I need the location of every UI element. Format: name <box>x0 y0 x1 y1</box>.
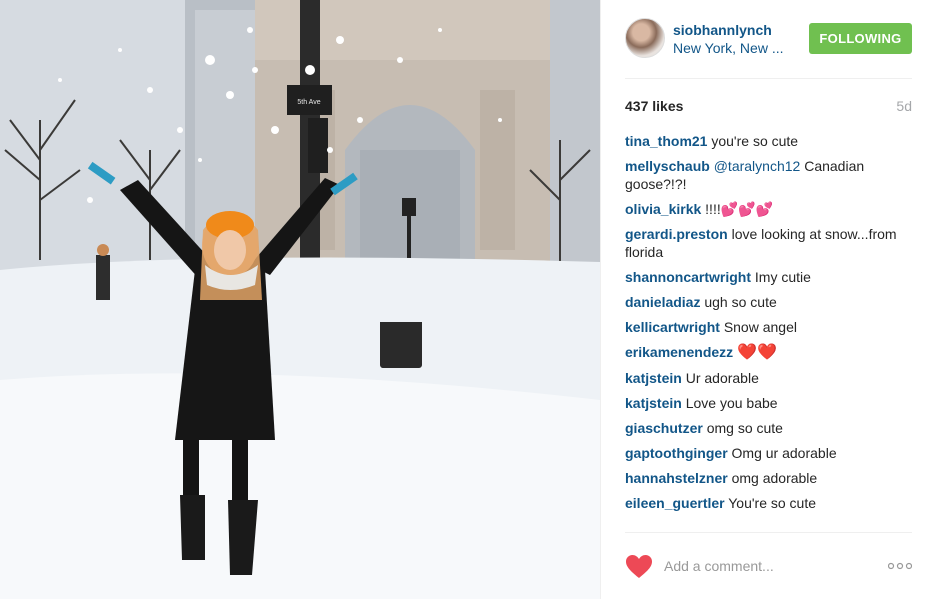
more-options-icon[interactable] <box>888 561 912 571</box>
two-hearts-emoji: 💕💕💕 <box>720 201 774 217</box>
post-view: 5th Ave siobhannlynch New York, New ... … <box>0 0 934 599</box>
comment-username[interactable]: danieladiaz <box>625 294 700 310</box>
comment-text: Love you babe <box>685 395 778 411</box>
comment-item: kellicartwright Snow angel <box>625 318 912 336</box>
comment-item: erikamenendezz ❤️❤️ <box>625 343 912 362</box>
comment-item: eileen_guertler You're so cute <box>625 494 912 512</box>
comment-username[interactable]: mellyschaub <box>625 158 710 174</box>
comment-username[interactable]: gaptoothginger <box>625 445 728 461</box>
post-username[interactable]: siobhannlynch <box>673 22 772 38</box>
comment-item: katjstein Love you babe <box>625 394 912 412</box>
post-footer: Add a comment... <box>625 552 912 582</box>
comment-mention[interactable]: @taralynch12 <box>714 158 801 174</box>
comment-item: mellyschaub @taralynch12 Canadian goose?… <box>625 157 912 193</box>
comment-item: gerardi.preston love looking at snow...f… <box>625 225 912 261</box>
comment-item: katjstein Ur adorable <box>625 369 912 387</box>
post-header: siobhannlynch New York, New ... FOLLOWIN… <box>625 18 912 79</box>
comment-item: olivia_kirkk !!!!💕💕💕 <box>625 200 912 218</box>
comment-text: you're so cute <box>711 133 799 149</box>
comment-username[interactable]: eileen_guertler <box>625 495 725 511</box>
comment-text: You're so cute <box>728 495 817 511</box>
comment-text: Ur adorable <box>685 370 759 386</box>
post-location[interactable]: New York, New ... <box>673 40 784 56</box>
likes-count[interactable]: 437 likes <box>625 98 683 114</box>
comment-username[interactable]: giaschutzer <box>625 420 703 436</box>
comment-username[interactable]: tina_thom21 <box>625 133 707 149</box>
comment-text: Snow angel <box>723 319 797 335</box>
heart-icon[interactable] <box>625 554 653 580</box>
snow-scene-illustration: 5th Ave <box>0 0 600 599</box>
comment-item: danieladiaz ugh so cute <box>625 293 912 311</box>
comment-item: hannahstelzner omg adorable <box>625 469 912 487</box>
post-photo[interactable]: 5th Ave <box>0 0 600 599</box>
avatar[interactable] <box>625 18 665 58</box>
comment-item: giaschutzer omg so cute <box>625 419 912 437</box>
comment-text: omg adorable <box>731 470 818 486</box>
comment-item: shannoncartwright Imy cutie <box>625 268 912 286</box>
comment-text: Omg ur adorable <box>731 445 837 461</box>
comments-list: tina_thom21 you're so cute mellyschaub @… <box>625 132 912 519</box>
comment-username[interactable]: kellicartwright <box>625 319 720 335</box>
likes-row: 437 likes 5d <box>625 98 912 116</box>
comment-username[interactable]: shannoncartwright <box>625 269 751 285</box>
footer-divider <box>625 532 912 533</box>
comment-text: omg so cute <box>706 420 783 436</box>
comment-username[interactable]: olivia_kirkk <box>625 201 701 217</box>
comment-username[interactable]: gerardi.preston <box>625 226 728 242</box>
following-button[interactable]: FOLLOWING <box>809 23 912 54</box>
comment-username[interactable]: hannahstelzner <box>625 470 728 486</box>
street-sign-text: 5th Ave <box>297 99 320 106</box>
comment-text: Imy cutie <box>754 269 811 285</box>
comment-item: gaptoothginger Omg ur adorable <box>625 444 912 462</box>
comment-text: ugh so cute <box>704 294 777 310</box>
post-sidebar: siobhannlynch New York, New ... FOLLOWIN… <box>600 0 934 599</box>
red-hearts-emoji: ❤️❤️ <box>737 344 777 361</box>
comment-item: tina_thom21 you're so cute <box>625 132 912 150</box>
post-age[interactable]: 5d <box>896 98 912 114</box>
add-comment-input[interactable]: Add a comment... <box>664 558 774 574</box>
comment-username[interactable]: katjstein <box>625 395 682 411</box>
comment-text: !!!! <box>705 201 721 217</box>
comment-username[interactable]: erikamenendezz <box>625 344 733 360</box>
comment-username[interactable]: katjstein <box>625 370 682 386</box>
